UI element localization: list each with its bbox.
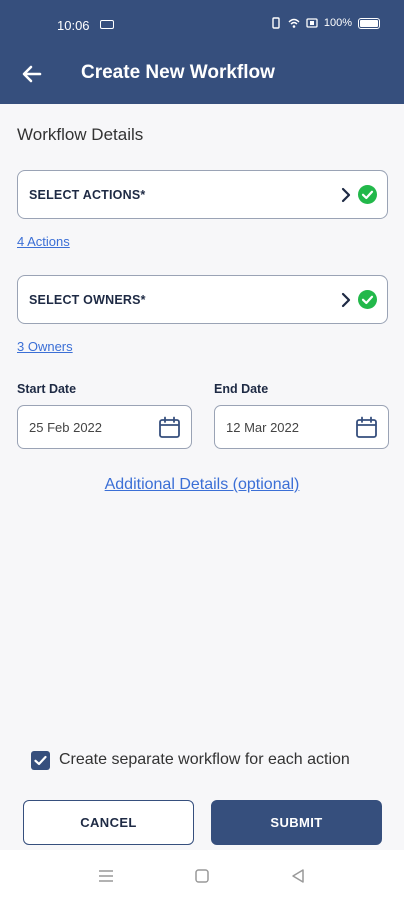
submit-button[interactable]: SUBMIT [211,800,382,845]
select-actions-field[interactable]: SELECT ACTIONS* [17,170,388,219]
select-actions-label: SELECT ACTIONS* [29,188,146,202]
start-date-label: Start Date [17,382,77,396]
page-title: Create New Workflow [81,62,275,83]
battery-percent: 100% [323,17,352,29]
chevron-right-icon [341,292,351,308]
checkmark-icon [34,755,47,765]
start-date-field[interactable]: 25 Feb 2022 [17,405,192,449]
additional-details-link[interactable]: Additional Details (optional) [0,476,404,494]
chevron-right-icon [341,187,351,203]
separate-workflow-label: Create separate workflow for each action [59,751,350,768]
cancel-button[interactable]: CANCEL [23,800,194,845]
select-owners-field[interactable]: SELECT OWNERS* [17,275,388,324]
app-bar: Create New Workflow [0,42,404,104]
start-date-value: 25 Feb 2022 [29,420,103,435]
vibrate-icon [272,17,280,29]
sim-icon [100,20,114,29]
wifi-icon [288,18,300,28]
battery-icon [358,17,380,29]
status-bar: 10:06 100% [0,0,404,42]
back-triangle-icon[interactable] [288,866,308,886]
section-title: Workflow Details [17,125,144,144]
arrow-left-icon[interactable] [18,60,46,88]
calendar-icon[interactable] [355,416,378,439]
separate-workflow-checkbox[interactable] [31,750,50,770]
system-nav-bar [0,850,404,900]
calendar-icon[interactable] [158,416,181,439]
home-icon[interactable] [192,866,212,886]
separate-workflow-checkbox-row[interactable]: Create separate workflow for each action [31,750,350,770]
actions-count-link[interactable]: 4 Actions [17,234,70,249]
check-circle-icon [358,185,377,204]
status-time: 10:06 [57,18,90,33]
end-date-label: End Date [214,382,269,396]
end-date-field[interactable]: 12 Mar 2022 [214,405,389,449]
signal-icon [306,18,318,28]
end-date-value: 12 Mar 2022 [226,420,299,435]
check-circle-icon [358,290,377,309]
owners-count-link[interactable]: 3 Owners [17,339,73,354]
status-icons: 100% [270,17,380,29]
select-owners-label: SELECT OWNERS* [29,293,146,307]
menu-icon[interactable] [96,866,116,886]
